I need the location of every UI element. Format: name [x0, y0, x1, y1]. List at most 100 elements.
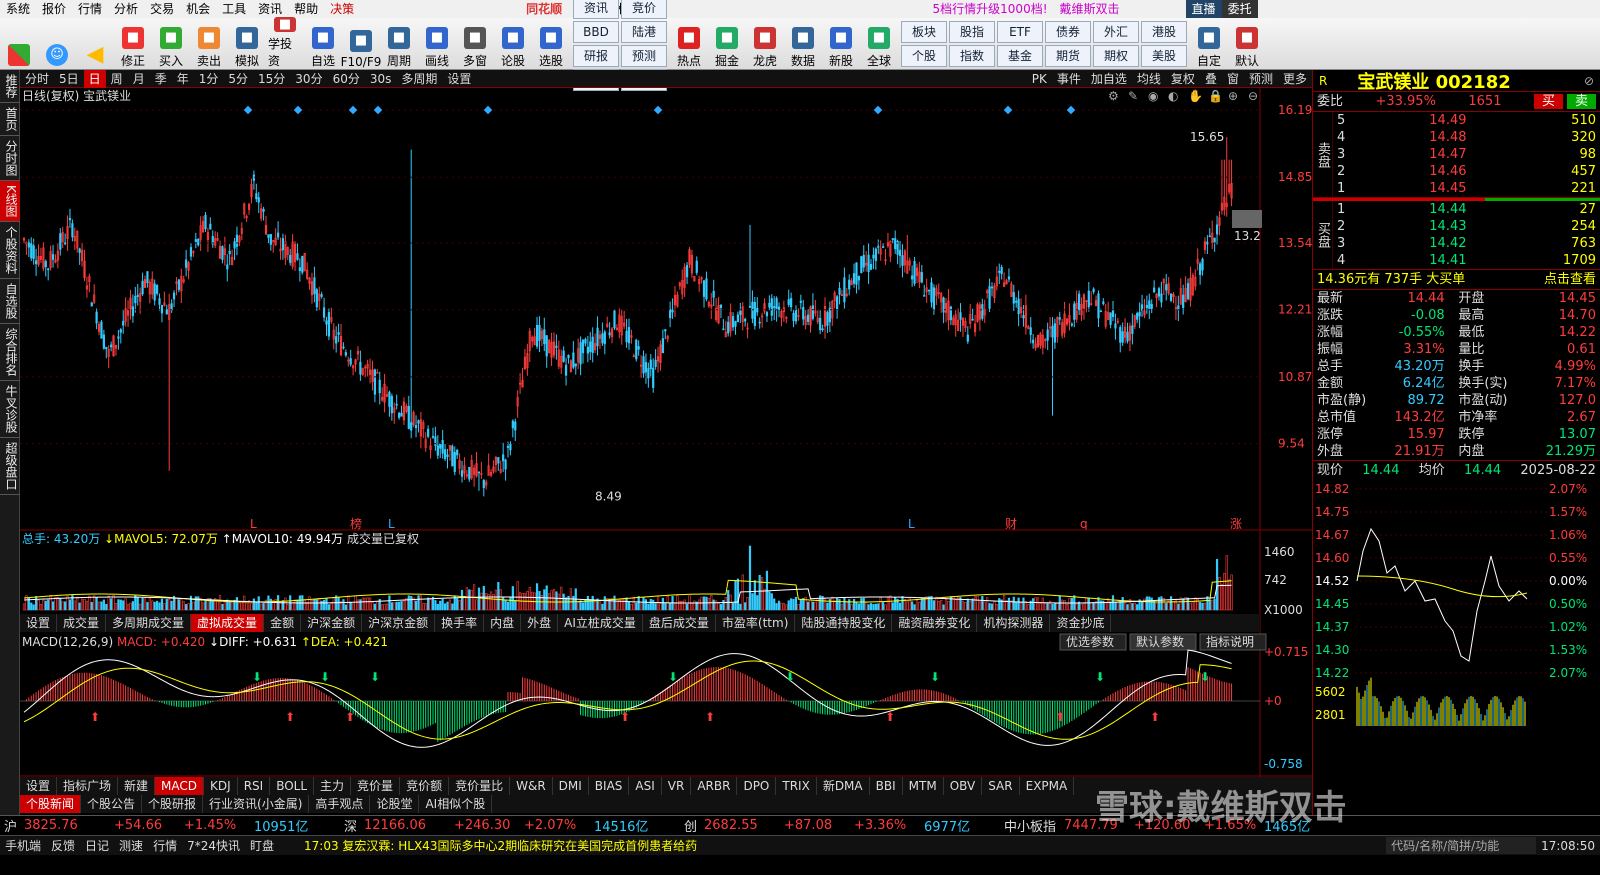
indicator-tab-11[interactable]: 盘后成交量: [643, 614, 716, 632]
news-tab-4[interactable]: 高手观点: [309, 795, 371, 813]
period-7[interactable]: 1分: [194, 70, 224, 88]
indicator-tab-6[interactable]: 沪深京金额: [362, 614, 436, 632]
event-diamond[interactable]: [243, 105, 253, 115]
toolbar-btn-6[interactable]: ■ F10/F9: [341, 19, 381, 69]
indicator-list-tab-20[interactable]: BBI: [870, 777, 903, 795]
live-button[interactable]: 直播: [1185, 0, 1222, 18]
chart-tool-icon[interactable]: ⊖: [1248, 89, 1258, 103]
period-14[interactable]: 设置: [442, 70, 476, 88]
indicator-list-tab-2[interactable]: 新建: [118, 777, 156, 795]
book-row[interactable]: 4 14.48 320: [1337, 129, 1596, 146]
leftnav-3[interactable]: K线图: [0, 181, 20, 222]
indicator-list-tab-6[interactable]: BOLL: [270, 777, 315, 795]
kline-marker[interactable]: 财: [1005, 517, 1017, 531]
indicator-tab-1[interactable]: 成交量: [57, 614, 107, 632]
news-ticker[interactable]: 17:03 复宏汉霖: HLX43国际多中心2期临床研究在美国完成首例患者给药: [299, 837, 1386, 854]
chart-tool-icon[interactable]: ✋: [1188, 89, 1203, 103]
kline-marker[interactable]: L: [908, 517, 915, 531]
menu-8[interactable]: 帮助: [288, 0, 324, 18]
leftnav-4[interactable]: 个股资料: [0, 222, 20, 279]
grid-btn-10[interactable]: ETF: [997, 20, 1043, 43]
kline-marker[interactable]: q: [1080, 517, 1088, 531]
menu-1[interactable]: 报价: [36, 0, 72, 18]
toolbar-btn-12[interactable]: ■ 热点: [672, 19, 706, 69]
indicator-list-tab-18[interactable]: TRIX: [776, 777, 817, 795]
leftnav-2[interactable]: 分时图: [0, 136, 20, 181]
period-8[interactable]: 5分: [223, 70, 253, 88]
buy-button[interactable]: 买: [1533, 94, 1563, 109]
chart-tool-icon[interactable]: ◐: [1168, 89, 1178, 103]
indicator-tab-3[interactable]: 虚拟成交量: [191, 614, 265, 632]
bottom-item-6[interactable]: 盯盘: [245, 837, 279, 854]
indicator-tab-8[interactable]: 内盘: [484, 614, 522, 632]
event-diamond[interactable]: [653, 105, 663, 115]
toolbar-btn-2[interactable]: ■ 卖出: [192, 19, 226, 69]
grid-btn-2[interactable]: BBD: [573, 20, 619, 43]
period-13[interactable]: 多周期: [396, 70, 442, 88]
book-row[interactable]: 5 14.49 510: [1337, 112, 1596, 129]
indicator-list-tab-23[interactable]: SAR: [982, 777, 1020, 795]
menu-2[interactable]: 行情: [72, 0, 108, 18]
indicator-list-tab-14[interactable]: ASI: [629, 777, 662, 795]
indicator-list-tab-11[interactable]: W&R: [510, 777, 553, 795]
period-1[interactable]: 5日: [54, 70, 84, 88]
bottom-item-2[interactable]: 日记: [80, 837, 114, 854]
event-diamond[interactable]: [373, 105, 383, 115]
indicator-list-tab-15[interactable]: VR: [662, 777, 692, 795]
toolbar-btn-4[interactable]: ■ 学投资: [268, 16, 302, 69]
toolbar-btn-3[interactable]: ■ 模拟: [230, 19, 264, 69]
bottom-item-5[interactable]: 7*24快讯: [182, 837, 245, 854]
index-field-0[interactable]: 沪: [0, 816, 20, 835]
toolbar-btn-7[interactable]: ■ 周期: [382, 19, 416, 69]
menu-3[interactable]: 分析: [108, 0, 144, 18]
chart-tool-icon[interactable]: ✎: [1128, 89, 1138, 103]
menu-9[interactable]: 决策: [324, 0, 360, 18]
entrust-button[interactable]: 委托: [1221, 0, 1258, 18]
book-row[interactable]: 3 14.42 763: [1337, 235, 1596, 252]
leftnav-8[interactable]: 超级盘口: [0, 438, 20, 495]
kline-marker[interactable]: L: [388, 517, 395, 531]
indicator-tab-5[interactable]: 沪深金额: [301, 614, 363, 632]
toolbar-btn-19[interactable]: ■ 默认: [1230, 19, 1264, 69]
period-right-4[interactable]: 复权: [1166, 70, 1200, 88]
grid-btn-12[interactable]: 外汇: [1093, 20, 1139, 43]
leftnav-1[interactable]: 首页: [0, 103, 20, 136]
chart-tool-icon[interactable]: 🔒: [1208, 89, 1223, 103]
indicator-list-tab-17[interactable]: DPO: [737, 777, 777, 795]
user-name[interactable]: 戴维斯双击: [1054, 0, 1126, 18]
back-icon[interactable]: ◀: [78, 19, 112, 69]
indicator-tab-13[interactable]: 陆股通持股变化: [795, 614, 893, 632]
period-4[interactable]: 月: [128, 70, 150, 88]
toolbar-btn-11[interactable]: ■ 选股: [534, 19, 568, 69]
grid-btn-5[interactable]: 预测: [621, 44, 667, 67]
period-right-6[interactable]: 窗: [1222, 70, 1244, 88]
grid-btn-17[interactable]: 期货: [1045, 44, 1091, 67]
indicator-list-tab-0[interactable]: 设置: [20, 777, 58, 795]
indicator-list-tab-12[interactable]: DMI: [553, 777, 589, 795]
indicator-tab-16[interactable]: 资金抄底: [1050, 614, 1112, 632]
period-9[interactable]: 15分: [253, 70, 290, 88]
chart-tool-icon[interactable]: ⊕: [1228, 89, 1238, 103]
menu-4[interactable]: 交易: [144, 0, 180, 18]
indicator-tab-7[interactable]: 换手率: [435, 614, 485, 632]
kline-marker[interactable]: L: [250, 517, 257, 531]
intraday-chart[interactable]: 14.82 2.07% 14.75 1.57% 14.67 1.06% 14.60 0.55%…: [1313, 481, 1600, 726]
leftnav-0[interactable]: 推荐: [0, 70, 20, 103]
book-row[interactable]: 2 14.43 254: [1337, 218, 1596, 235]
toolbar-btn-1[interactable]: ■ 买入: [154, 19, 188, 69]
indicator-tab-14[interactable]: 融资融券变化: [892, 614, 978, 632]
toolbar-btn-9[interactable]: ■ 多窗: [458, 19, 492, 69]
big-order-link[interactable]: 点击查看: [1544, 270, 1596, 289]
bottom-item-0[interactable]: 手机端: [0, 837, 46, 854]
period-0[interactable]: 分时: [20, 70, 54, 88]
indicator-list-tab-19[interactable]: 新DMA: [817, 777, 870, 795]
menu-7[interactable]: 资讯: [252, 0, 288, 18]
indicator-list-tab-3[interactable]: MACD: [155, 777, 205, 795]
indicator-tab-9[interactable]: 外盘: [521, 614, 559, 632]
toolbar-btn-5[interactable]: ■ 自选: [306, 19, 340, 69]
grid-btn-18[interactable]: 期权: [1093, 44, 1139, 67]
bottom-item-1[interactable]: 反馈: [46, 837, 80, 854]
menu-5[interactable]: 机会: [180, 0, 216, 18]
period-2[interactable]: 日: [83, 69, 106, 88]
event-diamond[interactable]: [1066, 105, 1076, 115]
